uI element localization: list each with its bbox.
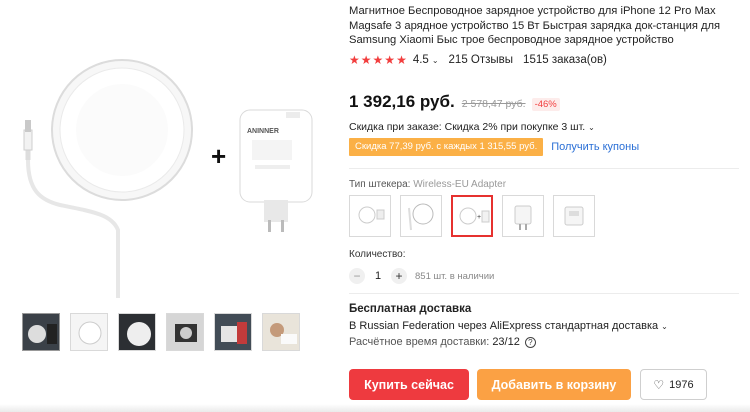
order-discount-text: Скидка при заказе: Скидка 2% при покупке…	[349, 121, 586, 133]
quantity-label: Количество:	[349, 249, 406, 260]
stock-count: 851 шт. в наличии	[415, 270, 495, 282]
divider	[349, 293, 739, 294]
bottom-shadow	[0, 404, 750, 412]
thumbnail-6[interactable]	[262, 313, 300, 351]
discount-badge: -46%	[531, 98, 560, 111]
shipping-title: Бесплатная доставка	[349, 303, 472, 315]
eta-value: 23/12	[492, 336, 520, 348]
quantity-value[interactable]: 1	[365, 270, 391, 282]
chevron-down-icon: ⌄	[588, 122, 595, 132]
shipping-method[interactable]: В Russian Federation через AliExpress ст…	[349, 320, 678, 332]
chevron-down-icon[interactable]: ⌄	[432, 56, 439, 65]
rating-value[interactable]: 4.5	[413, 54, 429, 66]
eta-label: Расчётное время доставки:	[349, 336, 490, 348]
orders-count: 1515 заказа(ов)	[523, 54, 607, 66]
plug-option-3-selected[interactable]: +	[451, 195, 493, 237]
star-icon: ★	[372, 53, 384, 67]
help-icon[interactable]: ?	[524, 336, 536, 348]
star-icon: ★	[396, 53, 407, 67]
price-row: 1 392,16 руб. 2 578,47 руб. -46%	[349, 92, 560, 112]
quantity-plus-button[interactable]: +	[391, 268, 407, 284]
star-icon: ★	[360, 53, 372, 67]
get-coupons-link[interactable]: Получить купоны	[551, 141, 639, 153]
quantity-stepper: − 1 + 851 шт. в наличии	[349, 268, 494, 284]
plug-option-1[interactable]	[349, 195, 391, 237]
plug-option-2[interactable]	[400, 195, 442, 237]
old-price: 2 578,47 руб.	[461, 98, 526, 110]
plug-option-5[interactable]	[553, 195, 595, 237]
coupon-badge: Скидка 77,39 руб. с каждых 1 315,55 руб.	[349, 138, 544, 156]
divider	[349, 168, 739, 169]
wishlist-button[interactable]: ♡ 1976	[640, 369, 707, 400]
quantity-minus-button[interactable]: −	[349, 268, 365, 284]
plug-type-label: Тип штекера: Wireless-EU Adapter	[349, 179, 507, 190]
plug-options: +	[349, 195, 595, 237]
order-discount[interactable]: Скидка при заказе: Скидка 2% при покупке…	[349, 121, 605, 133]
plug-option-4[interactable]	[502, 195, 544, 237]
main-product-image[interactable]: + ANINNER	[0, 0, 335, 300]
plus-sign: +	[211, 141, 226, 171]
svg-text:+: +	[477, 214, 481, 221]
star-icon: ★	[384, 53, 396, 67]
plug-type-value: Wireless-EU Adapter	[413, 179, 507, 190]
current-price: 1 392,16 руб.	[349, 92, 455, 111]
chevron-down-icon: ⌄	[661, 321, 668, 331]
thumbnail-5[interactable]	[214, 313, 252, 351]
thumbnail-3[interactable]	[118, 313, 156, 351]
product-illustration: + ANINNER	[23, 59, 313, 298]
svg-text:ANINNER: ANINNER	[247, 128, 279, 135]
rating-stars: ★ ★ ★ ★ ★	[349, 54, 407, 66]
thumbnail-4[interactable]	[166, 313, 204, 351]
buy-now-button[interactable]: Купить сейчас	[349, 369, 469, 400]
thumbnail-2[interactable]	[70, 313, 108, 351]
add-to-cart-button[interactable]: Добавить в корзину	[477, 369, 631, 400]
heart-icon: ♡	[653, 377, 665, 392]
wishlist-count: 1976	[669, 378, 694, 391]
thumbnail-1[interactable]	[22, 313, 60, 351]
thumbnail-strip	[22, 313, 300, 351]
reviews-link[interactable]: 215 Отзывы	[449, 54, 514, 66]
shipping-method-text: В Russian Federation через AliExpress ст…	[349, 320, 659, 332]
coupon-row: Скидка 77,39 руб. с каждых 1 315,55 руб.…	[349, 138, 639, 156]
delivery-eta: Расчётное время доставки: 23/12 ?	[349, 336, 536, 348]
star-icon: ★	[349, 53, 360, 67]
rating-row: ★ ★ ★ ★ ★ 4.5 ⌄ 215 Отзывы 1515 заказа(о…	[349, 54, 607, 66]
product-title: Магнитное Беспроводное зарядное устройст…	[349, 5, 721, 47]
